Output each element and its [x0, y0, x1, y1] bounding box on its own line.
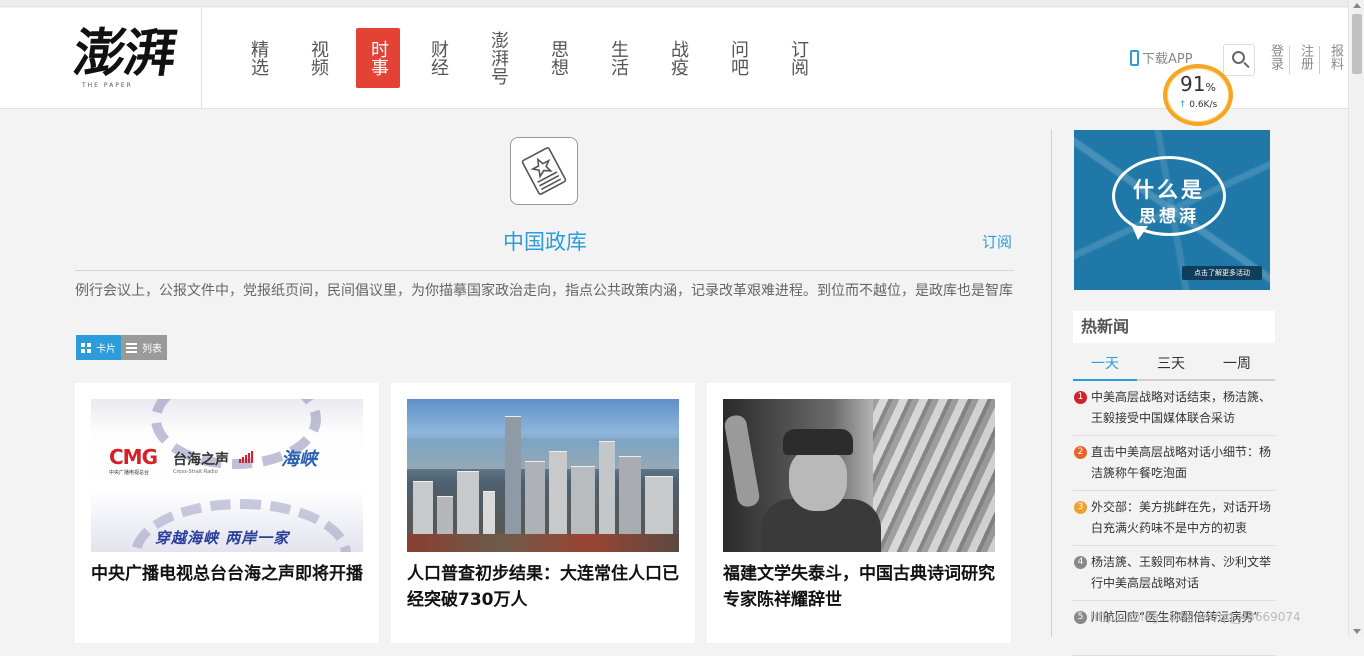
list-icon [126, 342, 137, 353]
topic-divider [75, 270, 1014, 271]
card-view-label: 卡片 [96, 344, 116, 355]
upload-arrow-icon: ↑ [1178, 100, 1187, 110]
watermark: https://blog.csdn.net/qq_43669074 [1090, 610, 1301, 624]
nav-item-caijing[interactable]: 财经 [416, 28, 460, 88]
news-card-title[interactable]: 人口普查初步结果：大连常住人口已经突破730万人 [407, 561, 683, 613]
nav-item-pengpaihao[interactable]: 澎湃号 [476, 28, 520, 88]
grid-icon [81, 342, 91, 353]
scrollbar-thumb[interactable] [1352, 14, 1362, 74]
subscribe-link[interactable]: 订阅 [982, 231, 1012, 252]
image-slogan: 穿越海峡 两岸一家 [155, 529, 290, 547]
nav-item-jingxuan[interactable]: 精选 [236, 28, 280, 88]
taihai-logo-subtext: Cross-Strait Radio [173, 469, 218, 475]
rank-badge: 1 [1074, 391, 1087, 404]
news-card-image[interactable]: CMG 中央广播电视总台 台海之声 Cross-Strait Radio 海峡 … [91, 399, 363, 552]
sidebar-ad-banner[interactable]: 什么是 思想湃 点击了解更多活动 [1074, 130, 1270, 290]
rank-badge: 5 [1074, 611, 1087, 624]
list-item[interactable]: 3 外交部：美方挑衅在先，对话开场白充满火药味不是中方的初衷 [1073, 491, 1275, 546]
nav-item-shishi[interactable]: 时事 [356, 28, 400, 88]
topic-book-icon [510, 137, 578, 205]
scroll-up-arrow-icon[interactable] [1353, 3, 1361, 8]
ad-line-2: 思想湃 [1139, 207, 1199, 227]
nav-item-zhanyi[interactable]: 战疫 [656, 28, 700, 88]
browser-top-edge [0, 0, 1364, 7]
nav-item-wenba[interactable]: 问吧 [716, 28, 760, 88]
download-app-link[interactable]: 下载APP [1130, 48, 1193, 67]
page-scrollbar[interactable] [1348, 0, 1364, 637]
news-card[interactable]: 人口普查初步结果：大连常住人口已经突破730万人 [391, 383, 695, 643]
report-link[interactable]: 报料 [1327, 44, 1343, 70]
login-link[interactable]: 登录 [1267, 44, 1283, 70]
speed-percent: 91 [1180, 72, 1206, 96]
phone-icon [1130, 49, 1139, 66]
news-card-image[interactable] [407, 399, 679, 552]
hot-news-link[interactable]: 中美高层战略对话结束，杨洁篪、王毅接受中国媒体联合采访 [1091, 390, 1271, 425]
nav-item-shipin[interactable]: 视频 [296, 28, 340, 88]
topic-title: 中国政库 [503, 230, 587, 254]
user-link-separator [1289, 46, 1290, 74]
scroll-down-arrow-icon[interactable] [1353, 629, 1361, 634]
news-card-image[interactable] [723, 399, 995, 552]
hot-news-panel: 热新闻 一天 三天 一周 1 中美高层战略对话结束，杨洁篪、王毅接受中国媒体联合… [1073, 311, 1275, 656]
news-card[interactable]: CMG 中央广播电视总台 台海之声 Cross-Strait Radio 海峡 … [75, 383, 379, 643]
signal-bars-icon [239, 451, 253, 463]
ad-more-button[interactable]: 点击了解更多活动 [1182, 266, 1262, 280]
rank-badge: 4 [1074, 556, 1087, 569]
user-link-separator [1319, 46, 1320, 74]
news-card[interactable]: 福建文学失泰斗，中国古典诗词研究专家陈祥耀辞世 [707, 383, 1011, 643]
rank-badge: 3 [1074, 501, 1087, 514]
site-logo[interactable]: 澎湃 THE PAPER [70, 22, 186, 92]
tab-three-days[interactable]: 三天 [1139, 353, 1203, 373]
nav-item-dingyue[interactable]: 订阅 [776, 28, 820, 88]
list-item[interactable]: 2 直击中美高层战略对话小细节：杨洁篪称午餐吃泡面 [1073, 436, 1275, 491]
cmg-logo-subtext: 中央广播电视总台 [109, 470, 150, 476]
list-view-label: 列表 [142, 344, 162, 355]
view-toggle: 卡片 列表 [76, 335, 167, 360]
taihai-logo-text: 台海之声 [173, 452, 229, 468]
header-divider [201, 8, 202, 108]
speed-percent-sign: % [1205, 81, 1216, 94]
card-view-button[interactable]: 卡片 [76, 335, 121, 360]
news-card-title[interactable]: 中央广播电视总台台海之声即将开播 [91, 561, 367, 587]
sidebar-divider [1051, 130, 1052, 637]
register-link[interactable]: 注册 [1297, 44, 1313, 70]
ad-line-1: 什么是 [1133, 178, 1205, 202]
logo-subtext: THE PAPER [82, 82, 133, 89]
hot-news-tabs: 一天 三天 一周 [1073, 349, 1275, 381]
hot-news-link[interactable]: 直击中美高层战略对话小细节：杨洁篪称午餐吃泡面 [1091, 445, 1271, 480]
hot-news-link[interactable]: 杨洁篪、王毅同布林肯、沙利文举行中美高层战略对话 [1091, 555, 1271, 590]
list-item[interactable]: 1 中美高层战略对话结束，杨洁篪、王毅接受中国媒体联合采访 [1073, 381, 1275, 436]
speed-rate: 0.6K/s [1189, 100, 1218, 110]
list-view-button[interactable]: 列表 [121, 335, 167, 360]
rank-badge: 2 [1074, 446, 1087, 459]
news-card-title[interactable]: 福建文学失泰斗，中国古典诗词研究专家陈祥耀辞世 [723, 561, 999, 613]
script-logo-text: 海峡 [281, 449, 317, 470]
hot-news-title: 热新闻 [1073, 311, 1275, 343]
tab-one-week[interactable]: 一周 [1205, 353, 1269, 373]
list-item[interactable]: 4 杨洁篪、王毅同布林肯、沙利文举行中美高层战略对话 [1073, 546, 1275, 601]
tab-one-day[interactable]: 一天 [1073, 353, 1137, 373]
nav-item-shenghuo[interactable]: 生活 [596, 28, 640, 88]
nav-item-sixiang[interactable]: 思想 [536, 28, 580, 88]
download-app-label: 下载APP [1142, 52, 1193, 67]
site-header: 澎湃 THE PAPER 精选 视频 时事 财经 澎湃号 思想 生活 战疫 问吧… [0, 8, 1348, 109]
cmg-logo-text: CMG [109, 445, 158, 469]
network-speed-widget[interactable]: 91% ↑ 0.6K/s [1163, 64, 1233, 126]
topic-description: 例行会议上，公报文件中，党报纸页间，民间倡议里，为你描摹国家政治走向，指点公共政… [75, 283, 1013, 299]
logo-text: 澎湃 [69, 23, 179, 84]
hot-news-link[interactable]: 外交部：美方挑衅在先，对话开场白充满火药味不是中方的初衷 [1091, 500, 1271, 535]
